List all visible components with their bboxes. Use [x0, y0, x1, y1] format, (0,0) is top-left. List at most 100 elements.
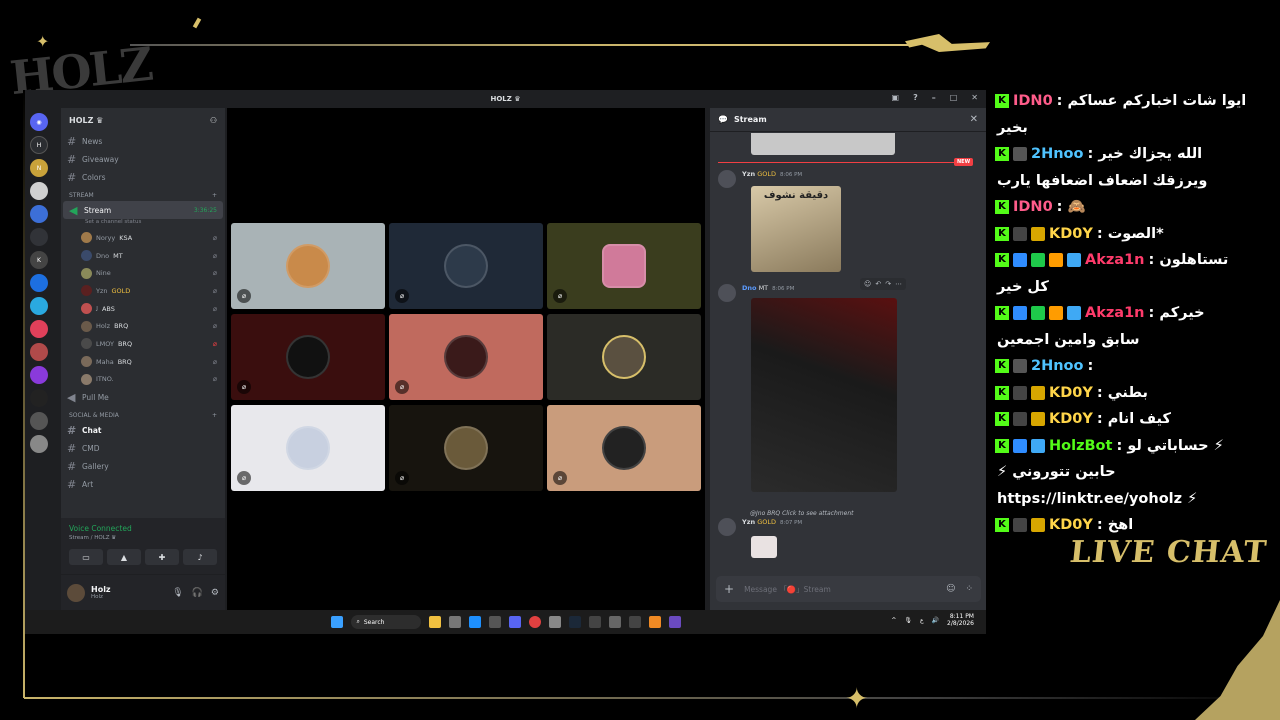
- server-icon[interactable]: [30, 412, 48, 430]
- participant-tile[interactable]: ⌀: [547, 223, 701, 309]
- channel-giveaway[interactable]: # Giveaway: [61, 150, 225, 168]
- voice-user[interactable]: ITNO. ⌀: [61, 371, 225, 389]
- maximize-button[interactable]: □: [950, 93, 958, 102]
- server-icon[interactable]: [30, 228, 48, 246]
- help-icon[interactable]: ?: [913, 93, 918, 102]
- message-input[interactable]: Message 「🔴」Stream: [744, 584, 831, 595]
- activities-button[interactable]: ✚: [145, 549, 179, 565]
- channel-chat[interactable]: # Chat: [61, 421, 225, 439]
- language-indicator[interactable]: ع: [920, 617, 924, 624]
- voice-user[interactable]: Dno MT ⌀: [61, 247, 225, 265]
- steam-icon[interactable]: [568, 616, 581, 628]
- store-icon[interactable]: [448, 616, 461, 628]
- voice-connected-label[interactable]: Voice Connected: [69, 524, 217, 533]
- apps-icon[interactable]: ⁘: [965, 584, 973, 594]
- clock[interactable]: 8:11 PM 2/8/2026: [947, 613, 974, 627]
- discord-taskbar-icon[interactable]: [508, 616, 521, 628]
- participant-tile[interactable]: ⌀: [231, 405, 385, 491]
- participant-tile[interactable]: ⌀: [231, 223, 385, 309]
- phone-image-attachment[interactable]: [751, 298, 897, 492]
- participant-tile[interactable]: ⌀: [389, 314, 543, 400]
- mic-icon[interactable]: 🎙: [904, 617, 912, 624]
- channel-cmd[interactable]: # CMD: [61, 439, 225, 457]
- participant-tile[interactable]: [547, 314, 701, 400]
- screen-share-button[interactable]: ▲: [107, 549, 141, 565]
- server-icon[interactable]: [30, 435, 48, 453]
- app-icon[interactable]: [668, 616, 681, 628]
- category-stream[interactable]: STREAM +: [61, 186, 225, 201]
- message-author[interactable]: Yzn: [742, 518, 755, 526]
- sticker-image[interactable]: [751, 536, 777, 558]
- participant-tile[interactable]: ⌀: [389, 405, 543, 491]
- headphones-icon[interactable]: 🎧: [192, 588, 203, 598]
- voice-user[interactable]: ﻟ ABS ⌀: [61, 300, 225, 318]
- server-icon[interactable]: [30, 320, 48, 338]
- more-icon[interactable]: ⋯: [895, 280, 902, 288]
- category-social[interactable]: SOCIAL & MEDIA +: [61, 406, 225, 421]
- voice-user[interactable]: Holz BRQ ⌀: [61, 317, 225, 335]
- plus-icon[interactable]: +: [724, 582, 734, 596]
- avatar[interactable]: [67, 583, 85, 602]
- message-author[interactable]: Dno: [742, 284, 757, 292]
- avatar[interactable]: [718, 170, 736, 188]
- voice-channel-stream[interactable]: ◀ Stream 3:36:25: [63, 201, 223, 219]
- soundboard-button[interactable]: ♪: [183, 549, 217, 565]
- start-icon[interactable]: [330, 616, 343, 628]
- message-composer[interactable]: + Message 「🔴」Stream ☺ ⁘: [716, 576, 981, 602]
- close-button[interactable]: ✕: [971, 93, 978, 102]
- react-icon[interactable]: ☺: [864, 280, 871, 288]
- server-icon[interactable]: [30, 389, 48, 407]
- voice-user[interactable]: LMOY BRQ ⌀: [61, 335, 225, 353]
- server-icon[interactable]: [30, 274, 48, 292]
- plus-icon[interactable]: +: [212, 412, 217, 419]
- participant-tile[interactable]: ⌀: [389, 223, 543, 309]
- app-icon[interactable]: [488, 616, 501, 628]
- channel-news[interactable]: # News: [61, 132, 225, 150]
- message-author[interactable]: Yzn: [742, 170, 755, 178]
- close-icon[interactable]: ✕: [970, 114, 978, 125]
- server-icon[interactable]: [30, 297, 48, 315]
- voice-user[interactable]: Nine ⌀: [61, 264, 225, 282]
- edge-icon[interactable]: [468, 616, 481, 628]
- avatar[interactable]: [718, 284, 736, 302]
- chrome-icon[interactable]: [528, 616, 541, 628]
- volume-icon[interactable]: 🔊: [932, 617, 939, 624]
- server-icon[interactable]: N: [30, 159, 48, 177]
- channel-colors[interactable]: # Colors: [61, 168, 225, 186]
- obs-icon[interactable]: [548, 616, 561, 628]
- emoji-icon[interactable]: ☺: [946, 584, 955, 594]
- chevron-up-icon[interactable]: ^: [891, 617, 896, 624]
- server-icon[interactable]: K: [30, 251, 48, 269]
- add-user-icon[interactable]: ⚇: [210, 116, 217, 125]
- taskbar-search[interactable]: ⌕ Search: [350, 615, 421, 629]
- server-icon[interactable]: [30, 182, 48, 200]
- chat-message[interactable]: Yzn GOLD 8:07 PM: [718, 518, 802, 536]
- server-icon[interactable]: [30, 343, 48, 361]
- gear-icon[interactable]: ⚙: [211, 588, 219, 598]
- file-explorer-icon[interactable]: [428, 616, 441, 628]
- channel-gallery[interactable]: # Gallery: [61, 457, 225, 475]
- forward-icon[interactable]: ↷: [885, 280, 891, 288]
- app-icon[interactable]: [588, 616, 601, 628]
- mic-icon[interactable]: 🎙: [172, 588, 183, 598]
- participant-tile[interactable]: ⌀: [231, 314, 385, 400]
- guild-header[interactable]: HOLZ ♛ ⚇: [61, 108, 225, 132]
- reply-reference[interactable]: @Jno BRQ Click to see attachment: [750, 510, 853, 517]
- server-icon[interactable]: [30, 366, 48, 384]
- avatar[interactable]: [718, 518, 736, 536]
- server-holz[interactable]: H: [30, 136, 48, 154]
- channel-art[interactable]: # Art: [61, 475, 225, 493]
- voice-channel-pull-me[interactable]: ◀ Pull Me: [61, 388, 225, 406]
- camera-button[interactable]: ▭: [69, 549, 103, 565]
- voice-user[interactable]: Yzn GOLD ⌀: [61, 282, 225, 300]
- minimize-button[interactable]: –: [932, 93, 936, 102]
- discord-home-icon[interactable]: ◉: [30, 113, 48, 131]
- app-icon[interactable]: [648, 616, 661, 628]
- voice-user[interactable]: Maha BRQ ⌀: [61, 353, 225, 371]
- app-icon[interactable]: [628, 616, 641, 628]
- app-icon[interactable]: [608, 616, 621, 628]
- channel-status[interactable]: Set a channel status: [61, 219, 225, 229]
- inbox-icon[interactable]: ▣: [892, 93, 900, 102]
- cat-image-attachment[interactable]: دقيقة نشوف: [751, 186, 841, 272]
- voice-user[interactable]: Noryy KSA ⌀: [61, 229, 225, 247]
